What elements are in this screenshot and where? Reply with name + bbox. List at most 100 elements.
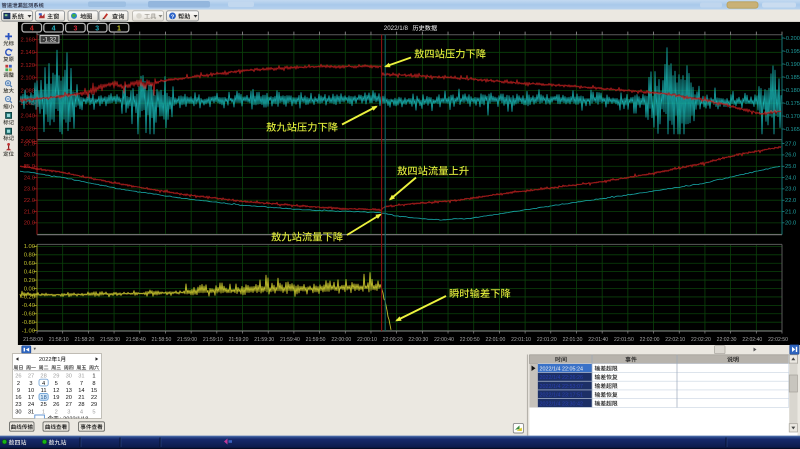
svg-text:21:59:00: 21:59:00 [177,337,197,343]
svg-text:20.0: 20.0 [24,221,35,227]
svg-text:8: 8 [92,381,95,387]
svg-text:21:59:20: 21:59:20 [229,337,249,343]
svg-text:2.100: 2.100 [20,76,35,82]
svg-text:27.0: 27.0 [785,141,796,147]
svg-text:20: 20 [66,395,72,401]
svg-text:-0.170: -0.170 [784,114,800,120]
svg-text:21:58:30: 21:58:30 [100,337,120,343]
svg-text:4: 4 [80,409,83,415]
svg-text:23.0: 23.0 [24,187,35,193]
svg-text:-0.180: -0.180 [784,88,800,94]
svg-text:0.00: 0.00 [24,286,35,292]
svg-text:2: 2 [55,409,58,415]
svg-text:-0.190: -0.190 [784,62,800,68]
svg-text:31: 31 [78,374,84,380]
svg-text:26.0: 26.0 [785,153,796,159]
svg-text:-0.40: -0.40 [22,303,35,309]
svg-text:-0.165: -0.165 [784,127,800,133]
svg-text:7: 7 [80,381,83,387]
svg-text:18: 18 [40,395,46,401]
svg-text:28: 28 [78,402,84,408]
svg-text:21:58:50: 21:58:50 [151,337,171,343]
svg-text:10: 10 [28,388,34,394]
svg-text:21: 21 [78,395,84,401]
svg-text:0.20: 0.20 [24,278,35,284]
svg-text:2022/1/4 23:30:42: 2022/1/4 23:30:42 [540,401,583,407]
svg-text:2.040: 2.040 [20,114,35,120]
svg-text:12: 12 [53,388,59,394]
svg-text:31: 31 [28,409,34,415]
svg-text:22:01:40: 22:01:40 [588,337,608,343]
svg-text:9: 9 [17,388,20,394]
svg-text:22.0: 22.0 [785,198,796,204]
svg-text:5: 5 [92,409,95,415]
svg-text:22:02:50: 22:02:50 [768,337,788,343]
svg-text:3: 3 [95,26,99,33]
svg-text:22: 22 [91,395,97,401]
svg-text:21:59:10: 21:59:10 [203,337,223,343]
svg-text:6: 6 [67,381,70,387]
svg-text:22:01:30: 22:01:30 [563,337,583,343]
svg-text:22:02:10: 22:02:10 [665,337,685,343]
svg-text:-0.200: -0.200 [784,36,800,42]
svg-text:21:58:00: 21:58:00 [23,337,43,343]
svg-text:0.80: 0.80 [24,253,35,259]
svg-text:-1.32: -1.32 [43,37,57,43]
svg-text:26: 26 [53,402,59,408]
svg-text:29: 29 [53,374,59,380]
svg-text:22:00:30: 22:00:30 [408,337,428,343]
svg-text:2022: 2022 [39,357,52,363]
svg-text:2022/1/4 22:26:26: 2022/1/4 22:26:26 [540,375,583,381]
svg-text:26.0: 26.0 [24,153,35,159]
svg-text:21.0: 21.0 [24,209,35,215]
svg-text:19: 19 [53,395,59,401]
svg-text:1: 1 [92,374,95,380]
svg-text:-0.185: -0.185 [784,75,800,81]
svg-text:2.160: 2.160 [20,37,35,43]
svg-text:17: 17 [28,395,34,401]
svg-text:22:00:10: 22:00:10 [357,337,377,343]
svg-text:2.020: 2.020 [20,126,35,132]
svg-text:2022/1/4 22:05:24: 2022/1/4 22:05:24 [540,366,583,372]
svg-text:20.0: 20.0 [785,221,796,227]
svg-text:-0.175: -0.175 [784,101,800,107]
svg-text:14: 14 [78,388,84,394]
svg-text:1: 1 [117,26,121,33]
svg-text:27.0: 27.0 [24,141,35,147]
svg-text:2.080: 2.080 [20,88,35,94]
svg-text:2022/1/4 23:17:51: 2022/1/4 23:17:51 [540,393,583,399]
svg-text:30: 30 [66,374,72,380]
svg-text:22:00:50: 22:00:50 [460,337,480,343]
svg-text:2.120: 2.120 [20,63,35,69]
svg-text:25.0: 25.0 [785,164,796,170]
svg-text:22:02:30: 22:02:30 [717,337,737,343]
svg-text:21:59:30: 21:59:30 [254,337,274,343]
svg-text:21:58:40: 21:58:40 [126,337,146,343]
svg-text:30: 30 [15,409,21,415]
svg-text:1: 1 [57,357,60,363]
svg-text:22:02:00: 22:02:00 [640,337,660,343]
svg-text:24: 24 [28,402,34,408]
svg-text:3: 3 [67,409,70,415]
svg-text:0.40: 0.40 [24,270,35,276]
svg-text:22:01:20: 22:01:20 [537,337,557,343]
svg-text:22:02:40: 22:02:40 [742,337,762,343]
svg-text:-0.195: -0.195 [784,49,800,55]
svg-text:22:00:00: 22:00:00 [331,337,351,343]
svg-text:13: 13 [66,388,72,394]
svg-text:21:59:40: 21:59:40 [280,337,300,343]
svg-text:1: 1 [42,409,45,415]
svg-text:22:00:20: 22:00:20 [383,337,403,343]
svg-text:1.00: 1.00 [24,244,35,250]
svg-text:2022/1/8: 2022/1/8 [384,25,409,32]
svg-text:25: 25 [40,402,46,408]
svg-text:22:00:40: 22:00:40 [434,337,454,343]
svg-text:24.0: 24.0 [785,175,796,181]
svg-text:2: 2 [17,381,20,387]
svg-text:22:01:10: 22:01:10 [511,337,531,343]
svg-text:15: 15 [91,388,97,394]
svg-text:29: 29 [91,402,97,408]
svg-text:22:01:50: 22:01:50 [614,337,634,343]
svg-text:21.0: 21.0 [785,209,796,215]
svg-text:26: 26 [15,374,21,380]
